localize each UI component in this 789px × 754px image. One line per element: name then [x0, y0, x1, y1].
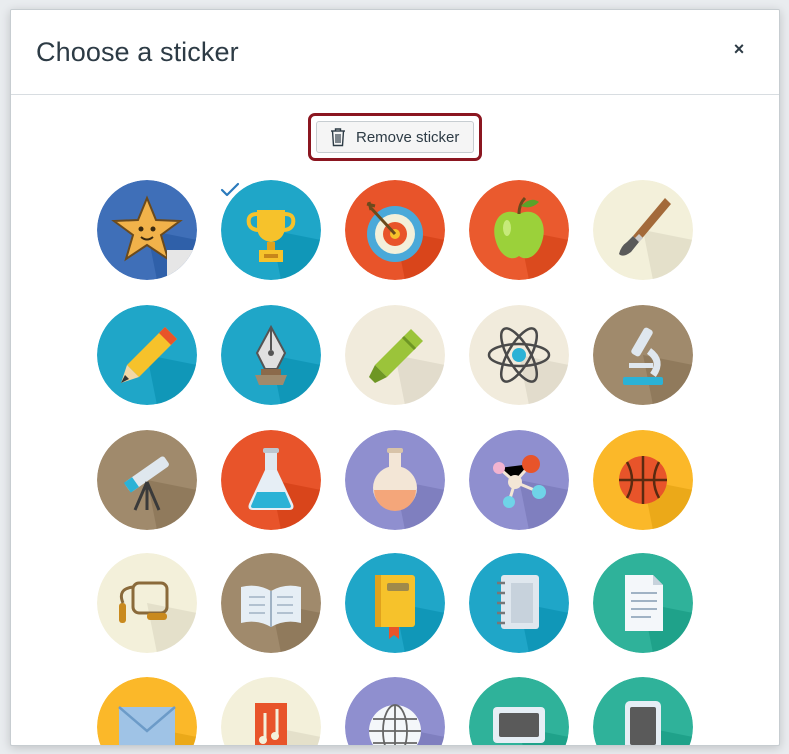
sticker-basketball[interactable]: [593, 430, 693, 530]
sticker-jump-rope[interactable]: [97, 553, 197, 653]
sticker-beaker[interactable]: [345, 430, 445, 530]
remove-sticker-label: Remove sticker: [356, 128, 460, 146]
star-icon: [97, 180, 197, 280]
paintbrush-icon: [593, 180, 693, 280]
sticker-target[interactable]: [345, 180, 445, 280]
envelope-icon: [97, 677, 197, 745]
sticker-pencil[interactable]: [97, 305, 197, 405]
remove-sticker-highlight: Remove sticker: [308, 113, 482, 161]
telescope-icon: [97, 430, 197, 530]
highlighter-icon: [345, 305, 445, 405]
close-icon: ×: [733, 39, 745, 59]
sticker-trophy[interactable]: [221, 180, 321, 280]
sticker-star[interactable]: [97, 180, 197, 280]
sticker-notebook[interactable]: [469, 553, 569, 653]
notebook-icon: [469, 553, 569, 653]
trophy-icon: [221, 180, 321, 280]
basketball-icon: [593, 430, 693, 530]
monitor-icon: [469, 677, 569, 745]
sticker-atom[interactable]: [469, 305, 569, 405]
sticker-envelope[interactable]: [97, 677, 197, 745]
remove-sticker-button[interactable]: Remove sticker: [316, 121, 474, 153]
close-button[interactable]: ×: [729, 39, 749, 59]
jump-rope-icon: [97, 553, 197, 653]
music-icon: [221, 677, 321, 745]
microscope-icon: [593, 305, 693, 405]
sticker-tablet[interactable]: [593, 677, 693, 745]
book-icon: [345, 553, 445, 653]
document-icon: [593, 553, 693, 653]
sticker-molecule[interactable]: [469, 430, 569, 530]
sticker-telescope[interactable]: [97, 430, 197, 530]
dialog-header: Choose a sticker ×: [11, 10, 779, 95]
sticker-document[interactable]: [593, 553, 693, 653]
sticker-music[interactable]: [221, 677, 321, 745]
dialog-title: Choose a sticker: [36, 37, 239, 67]
beaker-icon: [345, 430, 445, 530]
sticker-paintbrush[interactable]: [593, 180, 693, 280]
globe-icon: [345, 677, 445, 745]
sticker-dialog: Choose a sticker × Remove sticker: [10, 9, 780, 746]
pen-nib-icon: [221, 305, 321, 405]
atom-icon: [469, 305, 569, 405]
sticker-pen-nib[interactable]: [221, 305, 321, 405]
sticker-highlighter[interactable]: [345, 305, 445, 405]
book-open-icon: [221, 553, 321, 653]
sticker-book-open[interactable]: [221, 553, 321, 653]
pencil-icon: [97, 305, 197, 405]
sticker-flask[interactable]: [221, 430, 321, 530]
tablet-icon: [593, 677, 693, 745]
sticker-globe[interactable]: [345, 677, 445, 745]
target-icon: [345, 180, 445, 280]
trash-icon: [331, 128, 345, 147]
sticker-book[interactable]: [345, 553, 445, 653]
apple-icon: [469, 180, 569, 280]
molecule-icon: [469, 430, 569, 530]
sticker-monitor[interactable]: [469, 677, 569, 745]
sticker-apple[interactable]: [469, 180, 569, 280]
sticker-microscope[interactable]: [593, 305, 693, 405]
flask-icon: [221, 430, 321, 530]
